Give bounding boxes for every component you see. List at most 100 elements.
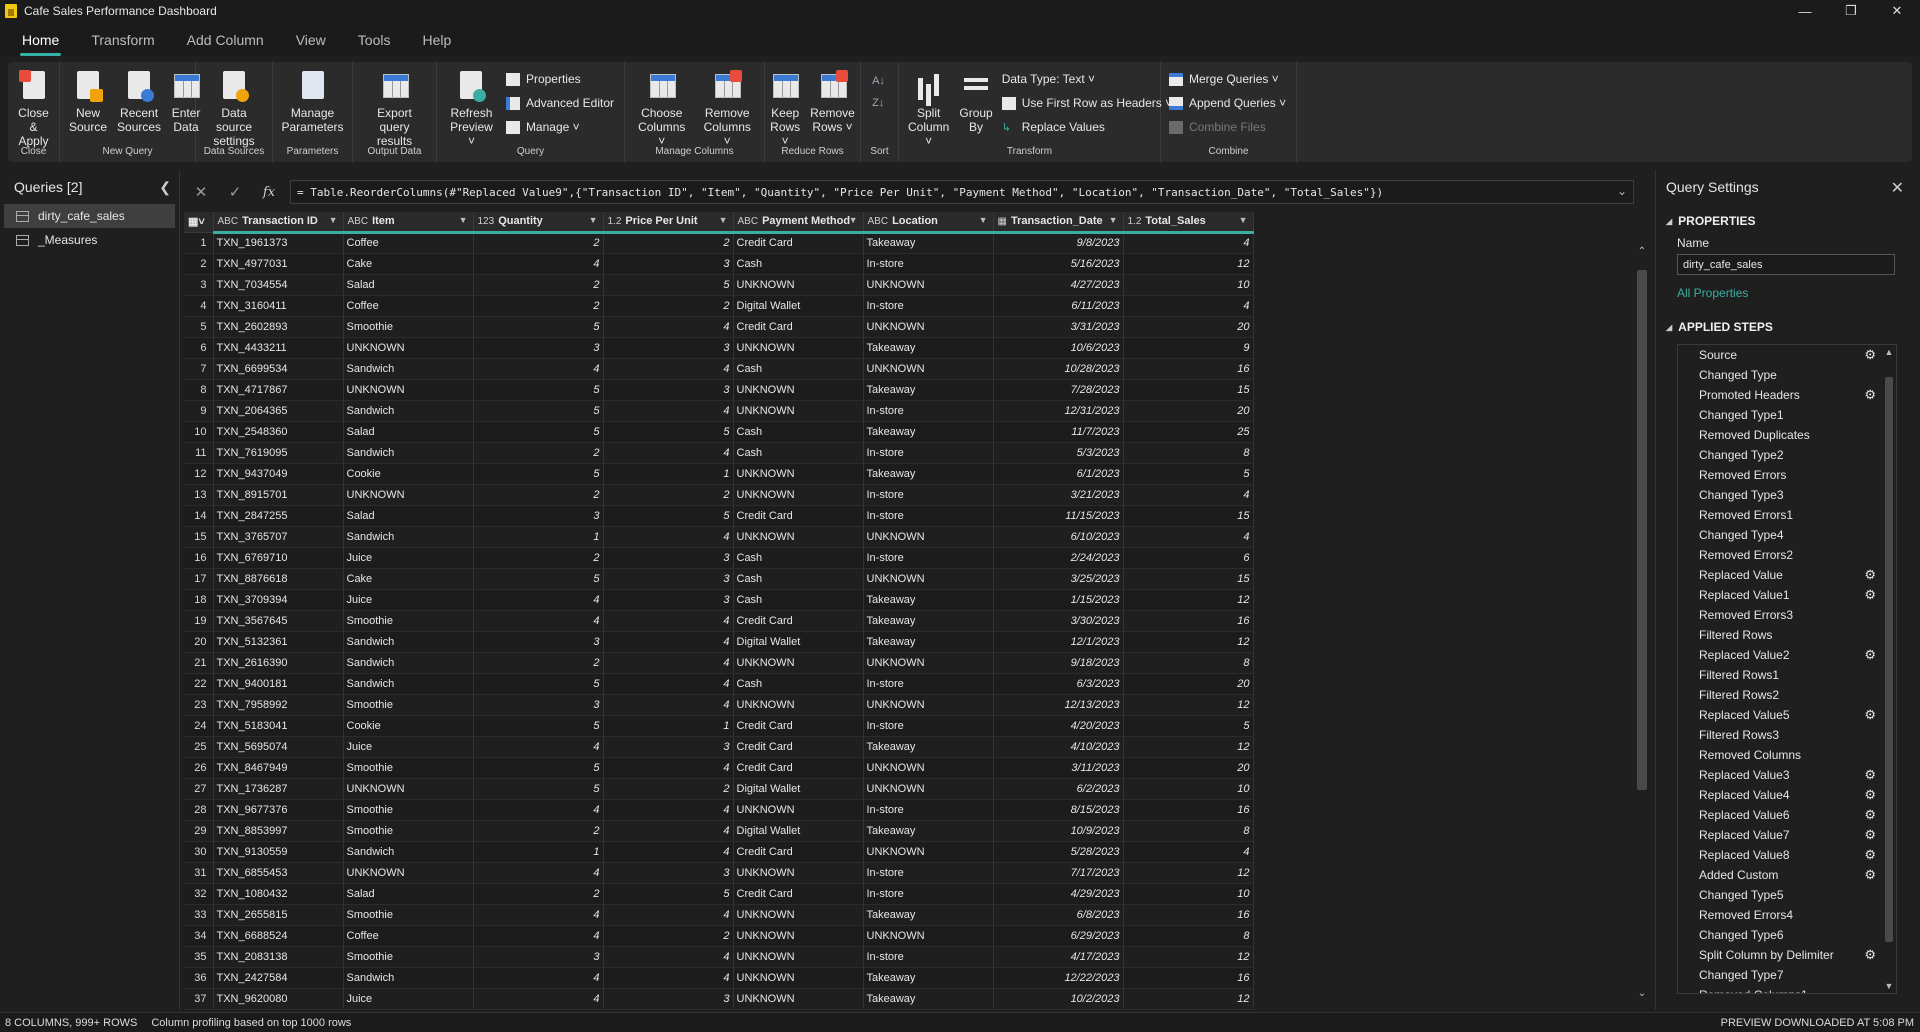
table-cell[interactable]: Takeaway <box>863 610 994 632</box>
table-cell[interactable]: In-store <box>863 946 994 968</box>
table-cell[interactable]: UNKNOWN <box>863 568 994 590</box>
decimal-type-icon[interactable]: 1.2 <box>608 216 622 227</box>
table-cell[interactable]: 6/29/2023 <box>993 925 1124 947</box>
table-cell[interactable]: UNKNOWN <box>733 337 864 359</box>
gear-icon[interactable]: ⚙ <box>1864 387 1876 403</box>
table-cell[interactable]: 4 <box>1123 841 1254 863</box>
table-cell[interactable]: 4 <box>603 442 734 464</box>
table-cell[interactable]: UNKNOWN <box>863 274 994 296</box>
scroll-down-icon[interactable]: ▼ <box>1882 981 1896 991</box>
table-cell[interactable]: 8 <box>1123 925 1254 947</box>
row-number[interactable]: 20 <box>184 631 214 653</box>
applied-step[interactable]: Replaced Value5 ⚙ <box>1678 705 1896 725</box>
table-cell[interactable]: TXN_9400181 <box>213 673 344 695</box>
table-row[interactable]: 22 TXN_9400181 Sandwich 5 4 Cash In-store 6/3/2… <box>184 673 1254 695</box>
table-cell[interactable]: 11/15/2023 <box>993 505 1124 527</box>
text-type-icon[interactable]: ABC <box>868 216 889 227</box>
table-cell[interactable]: TXN_8915701 <box>213 484 344 506</box>
table-cell[interactable]: 2 <box>473 547 604 569</box>
gear-icon[interactable]: ⚙ <box>1864 707 1876 723</box>
applied-step[interactable]: Removed Errors <box>1678 465 1896 485</box>
table-cell[interactable]: Coffee <box>343 295 474 317</box>
table-cell[interactable]: 5 <box>603 505 734 527</box>
table-cell[interactable]: UNKNOWN <box>733 400 864 422</box>
table-cell[interactable]: 9/18/2023 <box>993 652 1124 674</box>
table-row[interactable]: 9 TXN_2064365 Sandwich 5 4 UNKNOWN In-store 12/… <box>184 400 1254 422</box>
gear-icon[interactable]: ⚙ <box>1864 347 1876 363</box>
table-cell[interactable]: 5/16/2023 <box>993 253 1124 275</box>
table-cell[interactable]: TXN_9130559 <box>213 841 344 863</box>
table-row[interactable]: 17 TXN_8876618 Cake 5 3 Cash UNKNOWN 3/25/2023 1… <box>184 568 1254 590</box>
table-cell[interactable]: Credit Card <box>733 316 864 338</box>
applied-step[interactable]: Changed Type5 <box>1678 885 1896 905</box>
table-cell[interactable]: In-store <box>863 295 994 317</box>
table-cell[interactable]: 2 <box>473 232 604 254</box>
table-cell[interactable]: 3 <box>473 694 604 716</box>
tab-view[interactable]: View <box>288 32 342 56</box>
row-number[interactable]: 37 <box>184 988 214 1010</box>
gear-icon[interactable]: ⚙ <box>1864 767 1876 783</box>
table-cell[interactable]: TXN_1080432 <box>213 883 344 905</box>
applied-step[interactable]: Changed Type4 <box>1678 525 1896 545</box>
applied-step[interactable]: Filtered Rows <box>1678 625 1896 645</box>
table-cell[interactable]: 5/3/2023 <box>993 442 1124 464</box>
row-number[interactable]: 11 <box>184 442 214 464</box>
row-number[interactable]: 13 <box>184 484 214 506</box>
table-cell[interactable]: 2/24/2023 <box>993 547 1124 569</box>
table-cell[interactable]: 9 <box>1123 337 1254 359</box>
table-row[interactable]: 12 TXN_9437049 Cookie 5 1 UNKNOWN Takeaway 6/1/… <box>184 463 1254 485</box>
table-cell[interactable]: TXN_1961373 <box>213 232 344 254</box>
applied-step[interactable]: Removed Errors4 <box>1678 905 1896 925</box>
applied-step[interactable]: Filtered Rows1 <box>1678 665 1896 685</box>
table-cell[interactable]: 2 <box>603 295 734 317</box>
table-cell[interactable]: Salad <box>343 274 474 296</box>
row-number[interactable]: 3 <box>184 274 214 296</box>
table-cell[interactable]: Credit Card <box>733 736 864 758</box>
row-number[interactable]: 10 <box>184 421 214 443</box>
table-cell[interactable]: 5 <box>473 316 604 338</box>
filter-dropdown-icon[interactable]: ▼ <box>979 215 988 225</box>
table-cell[interactable]: TXN_4433211 <box>213 337 344 359</box>
restore-icon[interactable]: ❐ <box>1828 0 1874 22</box>
applied-step[interactable]: Replaced Value4 ⚙ <box>1678 785 1896 805</box>
properties-section[interactable]: ◢ PROPERTIES <box>1666 214 1920 228</box>
merge-queries-button[interactable]: Merge Queries ˅ <box>1169 70 1286 88</box>
table-cell[interactable]: 2 <box>603 778 734 800</box>
table-cell[interactable]: 4 <box>603 841 734 863</box>
applied-step[interactable]: Source ⚙ <box>1678 345 1896 365</box>
table-cell[interactable]: In-store <box>863 484 994 506</box>
table-row[interactable]: 4 TXN_3160411 Coffee 2 2 Digital Wallet In-sto… <box>184 295 1254 317</box>
table-cell[interactable]: UNKNOWN <box>733 862 864 884</box>
table-cell[interactable]: UNKNOWN <box>733 379 864 401</box>
table-cell[interactable]: 5 <box>603 421 734 443</box>
table-cell[interactable]: 2 <box>603 925 734 947</box>
table-cell[interactable]: TXN_2548360 <box>213 421 344 443</box>
table-cell[interactable]: 2 <box>473 442 604 464</box>
applied-step[interactable]: Removed Columns <box>1678 745 1896 765</box>
table-row[interactable]: 1 TXN_1961373 Coffee 2 2 Credit Card Takeaway 9… <box>184 232 1254 254</box>
table-row[interactable]: 31 TXN_6855453 UNKNOWN 4 3 UNKNOWN In-store 7/1… <box>184 862 1254 884</box>
table-cell[interactable]: TXN_2064365 <box>213 400 344 422</box>
table-cell[interactable]: 4 <box>473 253 604 275</box>
row-number[interactable]: 8 <box>184 379 214 401</box>
row-number[interactable]: 26 <box>184 757 214 779</box>
data-type-dropdown[interactable]: Data Type: Text ˅ <box>1002 70 1172 88</box>
table-cell[interactable]: UNKNOWN <box>863 925 994 947</box>
table-cell[interactable]: In-store <box>863 673 994 695</box>
table-cell[interactable]: 11/7/2023 <box>993 421 1124 443</box>
table-cell[interactable]: 10/28/2023 <box>993 358 1124 380</box>
table-cell[interactable]: 6 <box>1123 547 1254 569</box>
table-cell[interactable]: 4 <box>473 988 604 1010</box>
tab-home[interactable]: Home <box>14 32 75 56</box>
table-cell[interactable]: TXN_2602893 <box>213 316 344 338</box>
table-cell[interactable]: TXN_2427584 <box>213 967 344 989</box>
table-cell[interactable]: 4 <box>1123 526 1254 548</box>
table-row[interactable]: 16 TXN_6769710 Juice 2 3 Cash In-store 2/24/202… <box>184 547 1254 569</box>
row-number[interactable]: 7 <box>184 358 214 380</box>
table-cell[interactable]: 4 <box>603 946 734 968</box>
table-cell[interactable]: 4 <box>603 610 734 632</box>
table-cell[interactable]: 4/27/2023 <box>993 274 1124 296</box>
table-cell[interactable]: 2 <box>603 484 734 506</box>
table-cell[interactable]: TXN_7034554 <box>213 274 344 296</box>
table-cell[interactable]: Credit Card <box>733 232 864 254</box>
